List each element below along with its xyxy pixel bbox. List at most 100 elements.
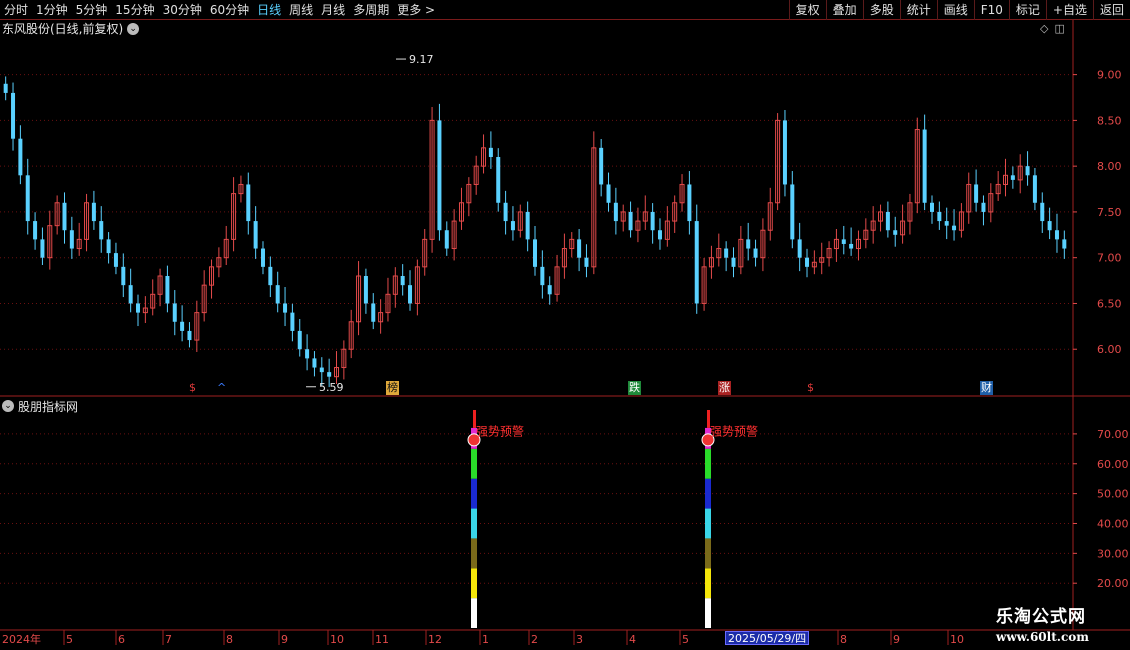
candle-body bbox=[944, 221, 949, 226]
candle-body bbox=[172, 303, 177, 322]
candle-body bbox=[33, 221, 38, 240]
candle-body bbox=[1047, 221, 1052, 231]
date-label: 5 bbox=[66, 633, 73, 646]
candle-body bbox=[275, 285, 280, 304]
candle-body bbox=[981, 202, 986, 212]
indicator-title-text: 股朋指标网 bbox=[18, 399, 79, 414]
candle-body bbox=[113, 253, 118, 267]
signal-bar-segment bbox=[705, 568, 711, 599]
candle-body bbox=[260, 248, 265, 267]
candle-body bbox=[753, 248, 758, 258]
event-marker-0[interactable]: $ bbox=[188, 381, 197, 395]
y-tick-label: 8.50 bbox=[1097, 114, 1122, 127]
signal-bar-segment bbox=[705, 478, 711, 509]
date-label: 8 bbox=[840, 633, 847, 646]
signal-bar-segment bbox=[705, 448, 711, 479]
date-label: 5 bbox=[682, 633, 689, 646]
candle-body bbox=[400, 276, 405, 286]
date-label: 11 bbox=[375, 633, 389, 646]
candle-body bbox=[25, 175, 30, 222]
signal-bar-segment bbox=[471, 538, 477, 569]
event-marker-3[interactable]: 跌 bbox=[628, 381, 641, 395]
candle-body bbox=[408, 285, 413, 304]
candle-body bbox=[290, 312, 295, 331]
candle-body bbox=[305, 349, 310, 359]
date-label: 4 bbox=[629, 633, 636, 646]
candle-body bbox=[3, 83, 8, 93]
chart-canvas[interactable]: 9.00 8.50 8.00 7.50 7.00 6.50 6.00 9.17 5.59 70.0… bbox=[0, 0, 1130, 650]
candle-body bbox=[606, 184, 611, 203]
candle-body bbox=[297, 330, 302, 350]
candle-body bbox=[283, 303, 288, 313]
date-label: 12 bbox=[428, 633, 442, 646]
candle-body bbox=[805, 257, 810, 267]
candle-body bbox=[496, 157, 501, 203]
candle-body bbox=[929, 202, 934, 212]
candle-body bbox=[885, 211, 890, 231]
event-marker-6[interactable]: 财 bbox=[980, 381, 993, 395]
candle-body bbox=[782, 120, 787, 185]
candle-body bbox=[525, 211, 530, 240]
candle-body bbox=[746, 239, 751, 249]
event-marker-5[interactable]: $ bbox=[806, 381, 815, 395]
candle-body bbox=[327, 372, 332, 377]
indicator-title: ⌄ 股朋指标网 bbox=[2, 398, 78, 414]
candle-body bbox=[577, 239, 582, 258]
candle-body bbox=[69, 230, 74, 249]
candle-body bbox=[444, 230, 449, 249]
candle-body bbox=[974, 184, 979, 203]
candle-body bbox=[657, 230, 662, 240]
event-marker-4[interactable]: 涨 bbox=[718, 381, 731, 395]
date-label: 9 bbox=[281, 633, 288, 646]
candle-body bbox=[312, 358, 317, 368]
watermark-line1: 乐淘公式网 bbox=[996, 607, 1086, 627]
candle-body bbox=[106, 239, 111, 254]
candle-body bbox=[121, 266, 126, 286]
date-label: 9 bbox=[893, 633, 900, 646]
y-tick-label: 8.00 bbox=[1097, 160, 1122, 173]
candle-body bbox=[187, 330, 192, 341]
candle-body bbox=[1025, 166, 1030, 176]
ind-tick-label: 30.00 bbox=[1097, 547, 1129, 560]
y-tick-label: 7.00 bbox=[1097, 252, 1122, 265]
candle-body bbox=[731, 257, 736, 267]
event-marker-2[interactable]: 榜 bbox=[386, 381, 399, 395]
watermark-line2: www.60lt.com bbox=[996, 630, 1089, 644]
candle-body bbox=[62, 202, 67, 231]
candle-body bbox=[1010, 175, 1015, 180]
candle-body bbox=[797, 239, 802, 258]
candle-body bbox=[319, 367, 324, 373]
candle-body bbox=[533, 239, 537, 267]
date-label: 1 bbox=[482, 633, 489, 646]
chevron-down-icon[interactable]: ⌄ bbox=[2, 400, 14, 412]
candle-body bbox=[584, 257, 589, 267]
candle-body bbox=[11, 92, 16, 139]
candle-body bbox=[694, 221, 699, 304]
signal-bar-segment bbox=[705, 508, 711, 539]
candle-body bbox=[268, 266, 273, 286]
candle-body bbox=[922, 129, 927, 203]
y-tick-label: 7.50 bbox=[1097, 206, 1122, 219]
signal-bar-segment bbox=[471, 478, 477, 509]
watermark: 乐淘公式网 www.60lt.com bbox=[996, 606, 1130, 650]
candle-body bbox=[363, 276, 368, 304]
candle-body bbox=[503, 202, 508, 222]
signal-bar-segment bbox=[471, 508, 477, 539]
event-marker-1[interactable]: ^ bbox=[216, 381, 228, 395]
selected-date: 2025/05/29/四 bbox=[725, 631, 810, 645]
ind-tick-label: 20.00 bbox=[1097, 577, 1129, 590]
signal-label: 强势预警 bbox=[476, 423, 524, 438]
signal-label: 强势预警 bbox=[710, 423, 758, 438]
ind-tick-label: 60.00 bbox=[1097, 458, 1129, 471]
date-label: 8 bbox=[226, 633, 233, 646]
y-tick-label: 6.00 bbox=[1097, 343, 1122, 356]
signal-bar-segment bbox=[471, 568, 477, 599]
ind-tick-label: 70.00 bbox=[1097, 428, 1129, 441]
candle-body bbox=[99, 221, 104, 240]
ind-tick-label: 50.00 bbox=[1097, 488, 1129, 501]
candle-body bbox=[937, 211, 942, 222]
candle-body bbox=[136, 303, 141, 313]
candle-body bbox=[724, 248, 729, 258]
candle-body bbox=[547, 285, 552, 295]
date-label: 3 bbox=[576, 633, 583, 646]
